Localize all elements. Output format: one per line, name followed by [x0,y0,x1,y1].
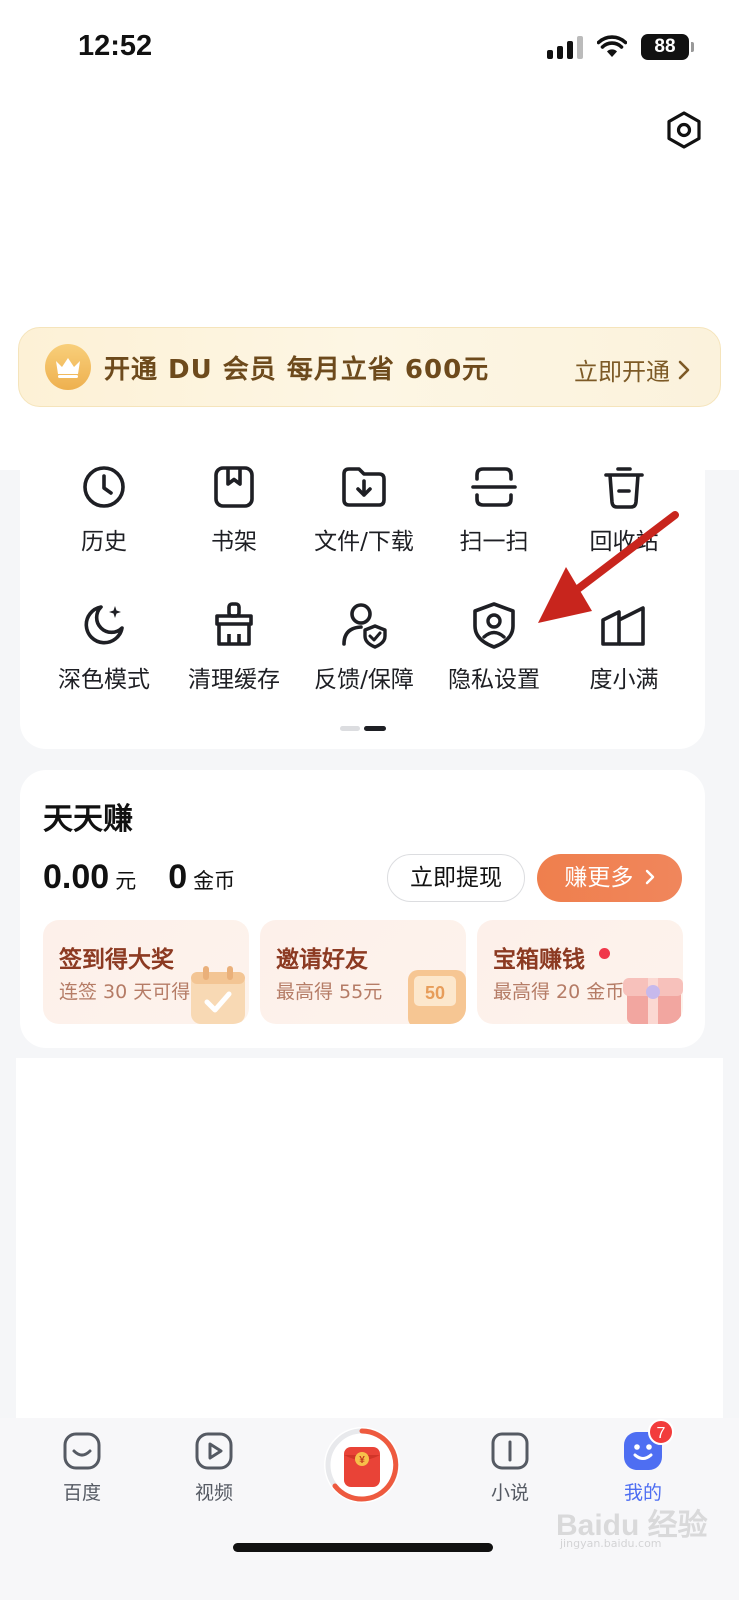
cash-unit: 元 [115,869,137,893]
chevron-right-icon [678,360,690,379]
earn-title: 天天赚 [43,802,133,837]
tab-label: 视频 [194,1482,233,1504]
red-envelope-center-button[interactable]: ¥ [322,1425,402,1505]
task-title: 签到得大奖 [59,947,174,973]
home-indicator [233,1543,493,1552]
cash-balance: 0.00 [43,858,110,896]
feed-area [16,1058,723,1418]
tool-label: 度小满 [589,667,659,693]
cellular-signal-icon [547,35,583,59]
tool-dark-mode[interactable]: 深色模式 [39,600,169,694]
clock-icon [83,466,125,508]
crown-icon [45,344,91,390]
vip-open-button[interactable]: 立即开通 [574,352,690,387]
tab-video[interactable]: 视频 [164,1430,264,1505]
tool-label: 文件/下载 [314,529,414,555]
moon-icon [84,605,124,645]
earn-balances: 0.00 元 0 金币 [43,858,267,897]
video-play-icon [195,1432,233,1470]
annotation-arrow-icon [538,511,679,623]
earn-more-button[interactable]: 赚更多 [537,854,682,902]
tab-mine[interactable]: 我的 [593,1430,693,1505]
bookshelf-icon [214,466,254,508]
vip-banner[interactable]: 开通 DU 会员 每月立省 600元 立即开通 [18,327,721,407]
folder-download-icon [342,467,386,507]
clean-icon [215,602,253,646]
task-subtitle: 最高得 55元 [276,981,383,1003]
red-envelope-icon: 50 [408,970,466,1024]
tool-label: 深色模式 [58,667,150,693]
chevron-right-icon [645,869,654,885]
task-subtitle: 连签 30 天可得 [59,981,191,1003]
vip-promo-text: 开通 DU 会员 每月立省 600元 [104,354,490,385]
status-icons: 88 [547,34,694,60]
tool-bookshelf[interactable]: 书架 [169,462,299,556]
task-subtitle: 最高得 20 金币 [493,981,625,1003]
task-title: 宝箱赚钱 [493,947,585,973]
tool-files-downloads[interactable]: 文件/下载 [299,462,429,556]
notification-dot [599,948,610,959]
withdraw-button[interactable]: 立即提现 [387,854,525,902]
daily-earn-card: 天天赚 0.00 元 0 金币 立即提现 赚更多 签到得大奖 连签 30 天可得… [20,770,705,1048]
settings-hexagon-icon[interactable] [664,110,704,150]
notification-badge: 7 [648,1419,674,1445]
coin-unit: 金币 [193,869,236,893]
task-invite-friends[interactable]: 邀请好友 最高得 55元 50 [260,920,466,1024]
page-indicator [340,726,386,731]
coin-balance: 0 [168,858,188,896]
scan-icon [471,467,517,507]
envelope-amount: 50 [425,983,445,1003]
watermark-url: jingyan.baidu.com [560,1537,662,1550]
tab-home[interactable]: 百度 [32,1430,132,1505]
tab-label: 小说 [490,1482,529,1504]
tool-history[interactable]: 历史 [39,462,169,556]
tab-label: 百度 [62,1482,101,1504]
tool-clear-cache[interactable]: 清理缓存 [169,600,299,694]
tool-label: 隐私设置 [448,667,540,693]
user-shield-icon [342,603,387,649]
baidu-home-icon [63,1432,101,1470]
tool-label: 历史 [81,529,127,555]
task-treasure-box[interactable]: 宝箱赚钱 最高得 20 金币 [477,920,683,1024]
vip-open-label: 立即开通 [574,358,670,386]
tool-label: 反馈/保障 [314,667,414,693]
tab-novel[interactable]: 小说 [460,1430,560,1505]
book-icon [491,1432,529,1470]
treasure-box-icon [623,978,683,1024]
task-title: 邀请好友 [276,947,368,973]
calendar-check-icon [191,966,245,1024]
center-button-glyph: ¥ [359,1455,365,1466]
tool-label: 清理缓存 [188,667,280,693]
status-time: 12:52 [78,30,153,62]
wifi-icon [597,35,627,57]
task-checkin[interactable]: 签到得大奖 连签 30 天可得 [43,920,249,1024]
battery-icon: 88 [641,34,694,60]
tool-feedback[interactable]: 反馈/保障 [299,600,429,694]
earn-more-label: 赚更多 [564,865,634,891]
privacy-shield-icon [473,602,515,649]
tool-label: 书架 [211,529,257,555]
